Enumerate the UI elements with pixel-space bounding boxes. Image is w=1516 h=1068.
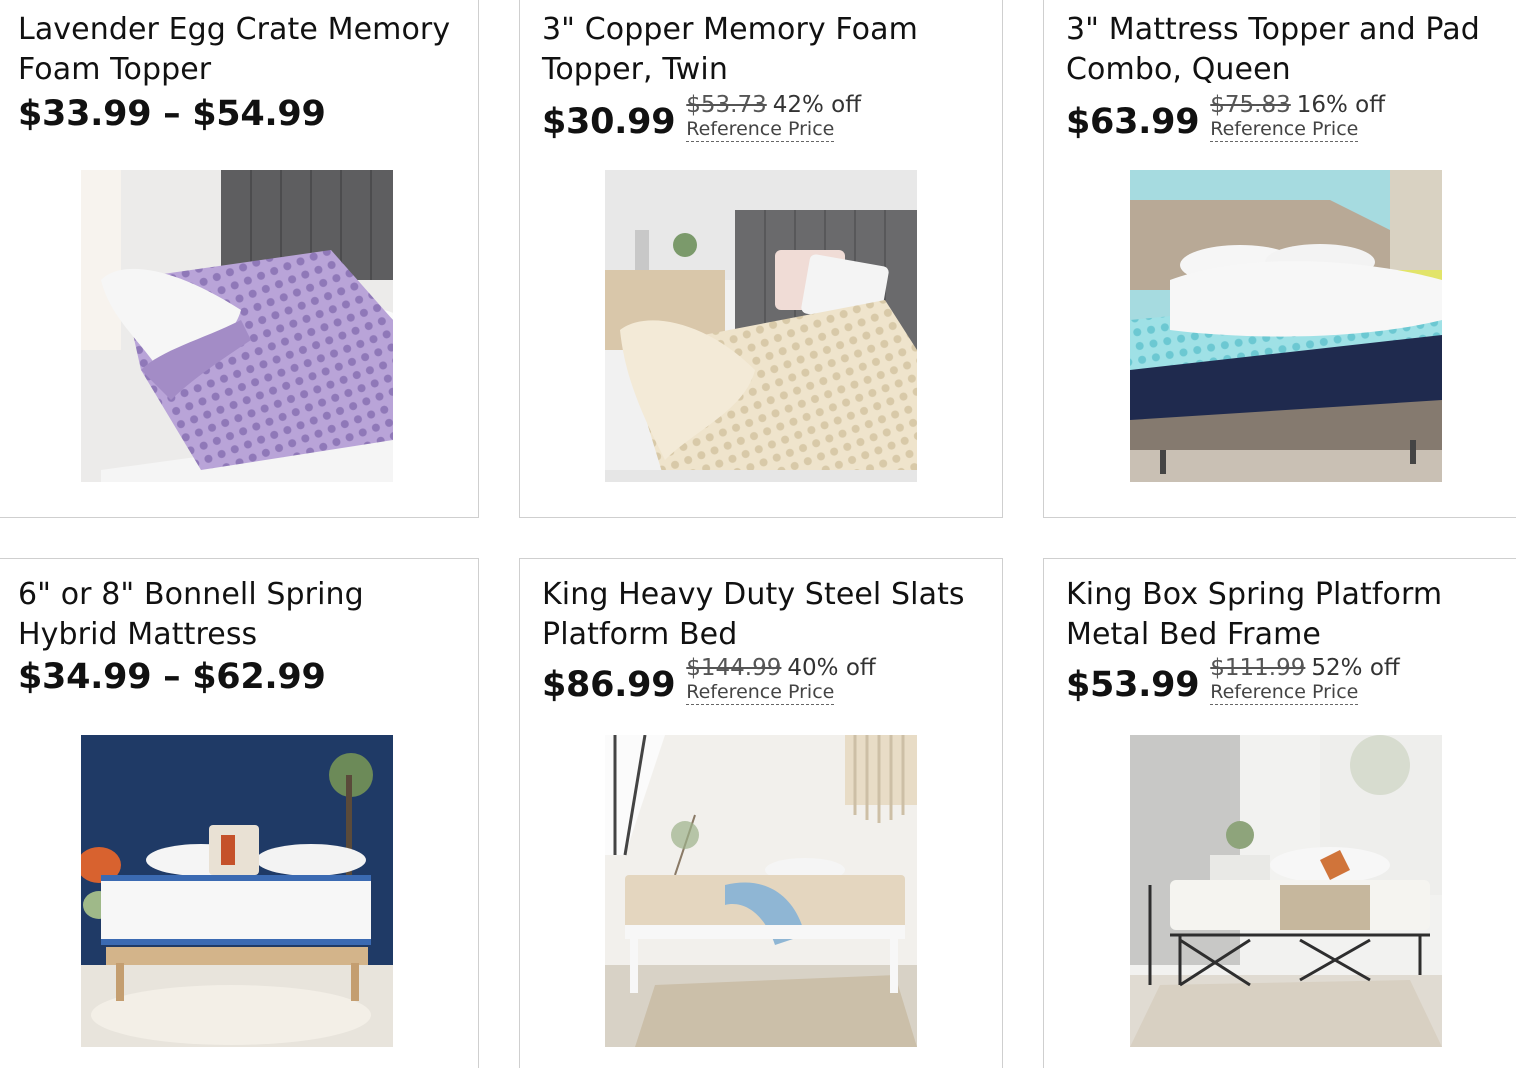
reference-price-link[interactable]: Reference Price: [686, 681, 835, 705]
product-image[interactable]: [605, 735, 917, 1047]
was-price: $53.73: [686, 92, 767, 118]
current-price: $53.99: [1066, 665, 1200, 705]
copper-memory-foam-topper-image: [605, 170, 917, 482]
current-price: $30.99: [542, 102, 676, 142]
price-meta: $53.73 42% off Reference Price: [686, 92, 861, 142]
product-title[interactable]: King Heavy Duty Steel Slats Platform Bed: [542, 575, 997, 655]
price-meta: $144.99 40% off Reference Price: [686, 655, 876, 705]
current-price: $63.99: [1066, 102, 1200, 142]
price-block: $53.99 $111.99 52% off Reference Price: [1066, 655, 1400, 707]
reference-price-link[interactable]: Reference Price: [1210, 681, 1359, 705]
product-image[interactable]: [1130, 735, 1442, 1047]
price-block: $86.99 $144.99 40% off Reference Price: [542, 655, 876, 707]
product-image[interactable]: [81, 170, 393, 482]
price-range: $34.99 – $62.99: [18, 657, 326, 697]
steel-slats-platform-bed-image: [605, 735, 917, 1047]
price-range: $33.99 – $54.99: [18, 94, 326, 134]
product-image[interactable]: [1130, 170, 1442, 482]
price-block: $30.99 $53.73 42% off Reference Price: [542, 92, 861, 144]
product-image[interactable]: [81, 735, 393, 1047]
product-title[interactable]: 3" Mattress Topper and Pad Combo, Queen: [1066, 10, 1516, 90]
reference-price-link[interactable]: Reference Price: [686, 118, 835, 142]
was-price: $111.99: [1210, 655, 1306, 681]
price-block: $63.99 $75.83 16% off Reference Price: [1066, 92, 1385, 144]
price-block: $33.99 – $54.99: [18, 92, 326, 136]
product-title[interactable]: 3" Copper Memory Foam Topper, Twin: [542, 10, 997, 90]
mattress-topper-pad-combo-image: [1130, 170, 1442, 482]
discount-label: 40% off: [787, 655, 876, 681]
price-block: $34.99 – $62.99: [18, 655, 326, 699]
product-card[interactable]: 3" Mattress Topper and Pad Combo, Queen …: [1043, 0, 1516, 518]
product-title[interactable]: 6" or 8" Bonnell Spring Hybrid Mattress: [18, 575, 473, 655]
product-title[interactable]: King Box Spring Platform Metal Bed Frame: [1066, 575, 1516, 655]
discount-label: 16% off: [1296, 92, 1386, 118]
product-image[interactable]: [605, 170, 917, 482]
product-card[interactable]: King Box Spring Platform Metal Bed Frame…: [1043, 558, 1516, 1068]
price-meta: $111.99 52% off Reference Price: [1210, 655, 1400, 705]
metal-bed-frame-image: [1130, 735, 1442, 1047]
product-card[interactable]: King Heavy Duty Steel Slats Platform Bed…: [519, 558, 1003, 1068]
reference-price-link[interactable]: Reference Price: [1210, 118, 1359, 142]
product-grid: Lavender Egg Crate Memory Foam Topper $3…: [0, 0, 1516, 1068]
product-title[interactable]: Lavender Egg Crate Memory Foam Topper: [18, 10, 473, 90]
discount-label: 52% off: [1311, 655, 1400, 681]
discount-label: 42% off: [772, 92, 862, 118]
bonnell-spring-hybrid-mattress-image: [81, 735, 393, 1047]
was-price: $75.83: [1210, 92, 1291, 118]
lavender-egg-crate-topper-image: [81, 170, 393, 482]
current-price: $86.99: [542, 665, 676, 705]
product-card[interactable]: 6" or 8" Bonnell Spring Hybrid Mattress …: [0, 558, 479, 1068]
product-card[interactable]: Lavender Egg Crate Memory Foam Topper $3…: [0, 0, 479, 518]
product-card[interactable]: 3" Copper Memory Foam Topper, Twin $30.9…: [519, 0, 1003, 518]
price-meta: $75.83 16% off Reference Price: [1210, 92, 1385, 142]
was-price: $144.99: [686, 655, 782, 681]
